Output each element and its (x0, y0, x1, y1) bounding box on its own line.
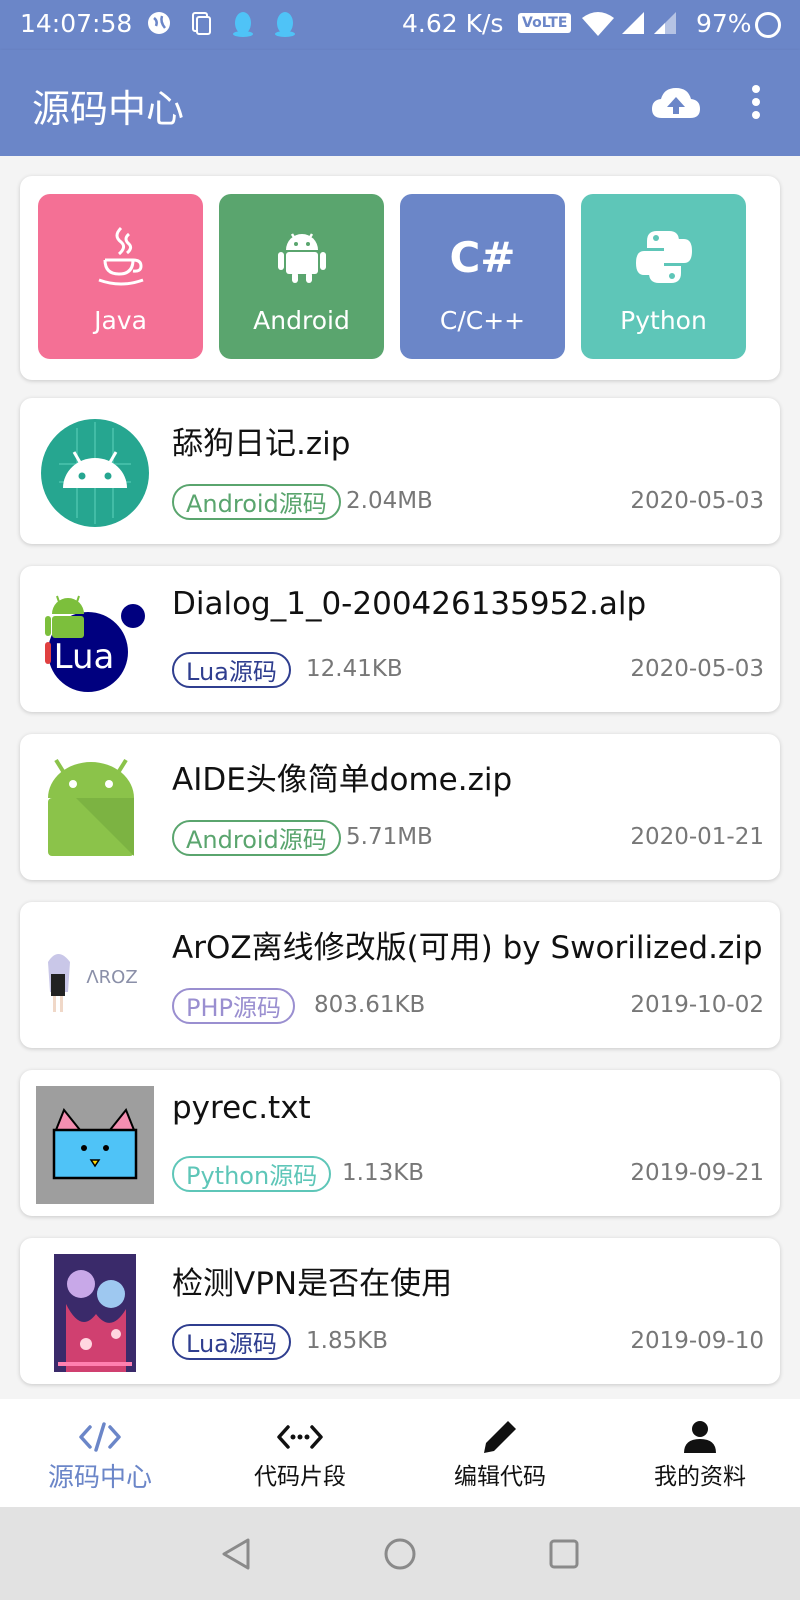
nav-label: 源码中心 (47, 1463, 152, 1493)
category-c-cpp[interactable]: C# C/C++ (400, 194, 565, 359)
system-navigation-bar (0, 1507, 800, 1600)
file-name: 舔狗日记.zip (172, 426, 351, 462)
tag-badge: PHP源码 (172, 988, 295, 1024)
category-panel: Java Android C# C/C++ Python (20, 176, 780, 380)
status-time: 14:07:58 (20, 9, 133, 38)
signal-icon (654, 12, 676, 34)
file-card[interactable]: 检测VPN是否在使用 Lua源码 1.85KB 2019-09-10 (20, 1238, 780, 1384)
file-card[interactable]: Lua Dialog_1_0-200426135952.alp Lua源码 12… (20, 566, 780, 712)
document-icon (192, 12, 211, 35)
category-label: Python (620, 306, 707, 335)
nav-edit-code[interactable]: 编辑代码 (400, 1399, 600, 1507)
file-card[interactable]: ΛROZ ArOZ离线修改版(可用) by Sworilized.zip PHP… (20, 902, 780, 1048)
battery-icon (755, 12, 781, 38)
code-snippet-icon (277, 1425, 323, 1449)
signal-icon (622, 12, 644, 34)
volte-badge: VoLTE (518, 13, 572, 33)
cat-box-icon (36, 1086, 154, 1204)
globe-icon (148, 12, 170, 34)
aroz-logo-icon: ΛROZ (36, 918, 154, 1036)
file-date: 2020-01-21 (630, 824, 764, 850)
file-name: 检测VPN是否在使用 (172, 1266, 453, 1302)
file-size: 12.41KB (306, 656, 403, 682)
file-date: 2019-10-02 (630, 992, 764, 1018)
file-size: 5.71MB (346, 824, 433, 850)
category-java[interactable]: Java (38, 194, 203, 359)
nav-source-center[interactable]: 源码中心 (0, 1399, 200, 1507)
main-content: Java Android C# C/C++ Python 舔狗日记.zip An… (0, 156, 800, 1399)
tag-badge: Python源码 (172, 1156, 332, 1192)
file-card[interactable]: AIDE头像简单dome.zip Android源码 5.71MB 2020-0… (20, 734, 780, 880)
android-icon (277, 233, 326, 283)
category-label: Java (94, 306, 147, 335)
app-bar: 源码中心 (0, 50, 800, 156)
category-python[interactable]: Python (581, 194, 746, 359)
person-icon (684, 1421, 716, 1453)
file-card[interactable]: 舔狗日记.zip Android源码 2.04MB 2020-05-03 (20, 398, 780, 544)
aroz-logo-text: ΛROZ (86, 967, 137, 988)
tag-badge: Android源码 (172, 820, 341, 856)
upload-cloud-icon[interactable] (650, 80, 702, 128)
file-name: pyrec.txt (172, 1090, 311, 1126)
nav-label: 编辑代码 (454, 1464, 546, 1490)
nav-my-profile[interactable]: 我的资料 (600, 1399, 800, 1507)
recents-icon[interactable] (548, 1538, 580, 1570)
status-notification-icons (146, 10, 298, 38)
home-icon[interactable] (383, 1537, 417, 1571)
qq-icon (275, 12, 295, 37)
file-size: 1.13KB (342, 1160, 425, 1186)
file-name: ArOZ离线修改版(可用) by Sworilized.zip (172, 930, 763, 966)
category-android[interactable]: Android (219, 194, 384, 359)
file-date: 2019-09-21 (630, 1160, 764, 1186)
aide-android-icon (36, 750, 154, 868)
page-title: 源码中心 (32, 87, 185, 131)
status-bar: 14:07:58 4.62 K/s VoLTE 97% (0, 0, 800, 50)
nav-code-snippets[interactable]: 代码片段 (200, 1399, 400, 1507)
lua-logo-icon: Lua (36, 582, 154, 700)
pencil-icon (484, 1421, 516, 1453)
file-size: 803.61KB (314, 992, 426, 1018)
category-label: Android (253, 306, 350, 335)
anime-art-thumbnail (36, 1254, 154, 1372)
file-size: 1.85KB (306, 1328, 389, 1354)
tag-badge: Android源码 (172, 484, 341, 520)
tag-badge: Lua源码 (172, 652, 291, 688)
lua-logo-text: Lua (54, 637, 115, 677)
file-date: 2019-09-10 (630, 1328, 764, 1354)
file-date: 2020-05-03 (630, 488, 764, 514)
android-round-icon (36, 414, 154, 532)
back-icon[interactable] (220, 1537, 252, 1571)
file-name: Dialog_1_0-200426135952.alp (172, 586, 647, 622)
file-name: AIDE头像简单dome.zip (172, 762, 513, 798)
tag-badge: Lua源码 (172, 1324, 291, 1360)
bottom-navigation: 源码中心 代码片段 编辑代码 我的资料 (0, 1399, 800, 1507)
file-card[interactable]: pyrec.txt Python源码 1.13KB 2019-09-21 (20, 1070, 780, 1216)
file-date: 2020-05-03 (630, 656, 764, 682)
csharp-icon: C# (449, 232, 516, 282)
code-icon (79, 1422, 121, 1452)
python-icon (635, 231, 692, 283)
network-speed: 4.62 K/s (402, 9, 504, 38)
battery-percent: 97% (696, 9, 752, 38)
file-size: 2.04MB (346, 488, 433, 514)
wifi-icon (582, 12, 614, 36)
category-label: C/C++ (439, 306, 526, 335)
qq-icon (233, 12, 253, 37)
more-vert-icon[interactable] (736, 80, 776, 128)
nav-label: 我的资料 (654, 1464, 746, 1490)
java-icon (97, 226, 144, 286)
nav-label: 代码片段 (254, 1464, 346, 1490)
